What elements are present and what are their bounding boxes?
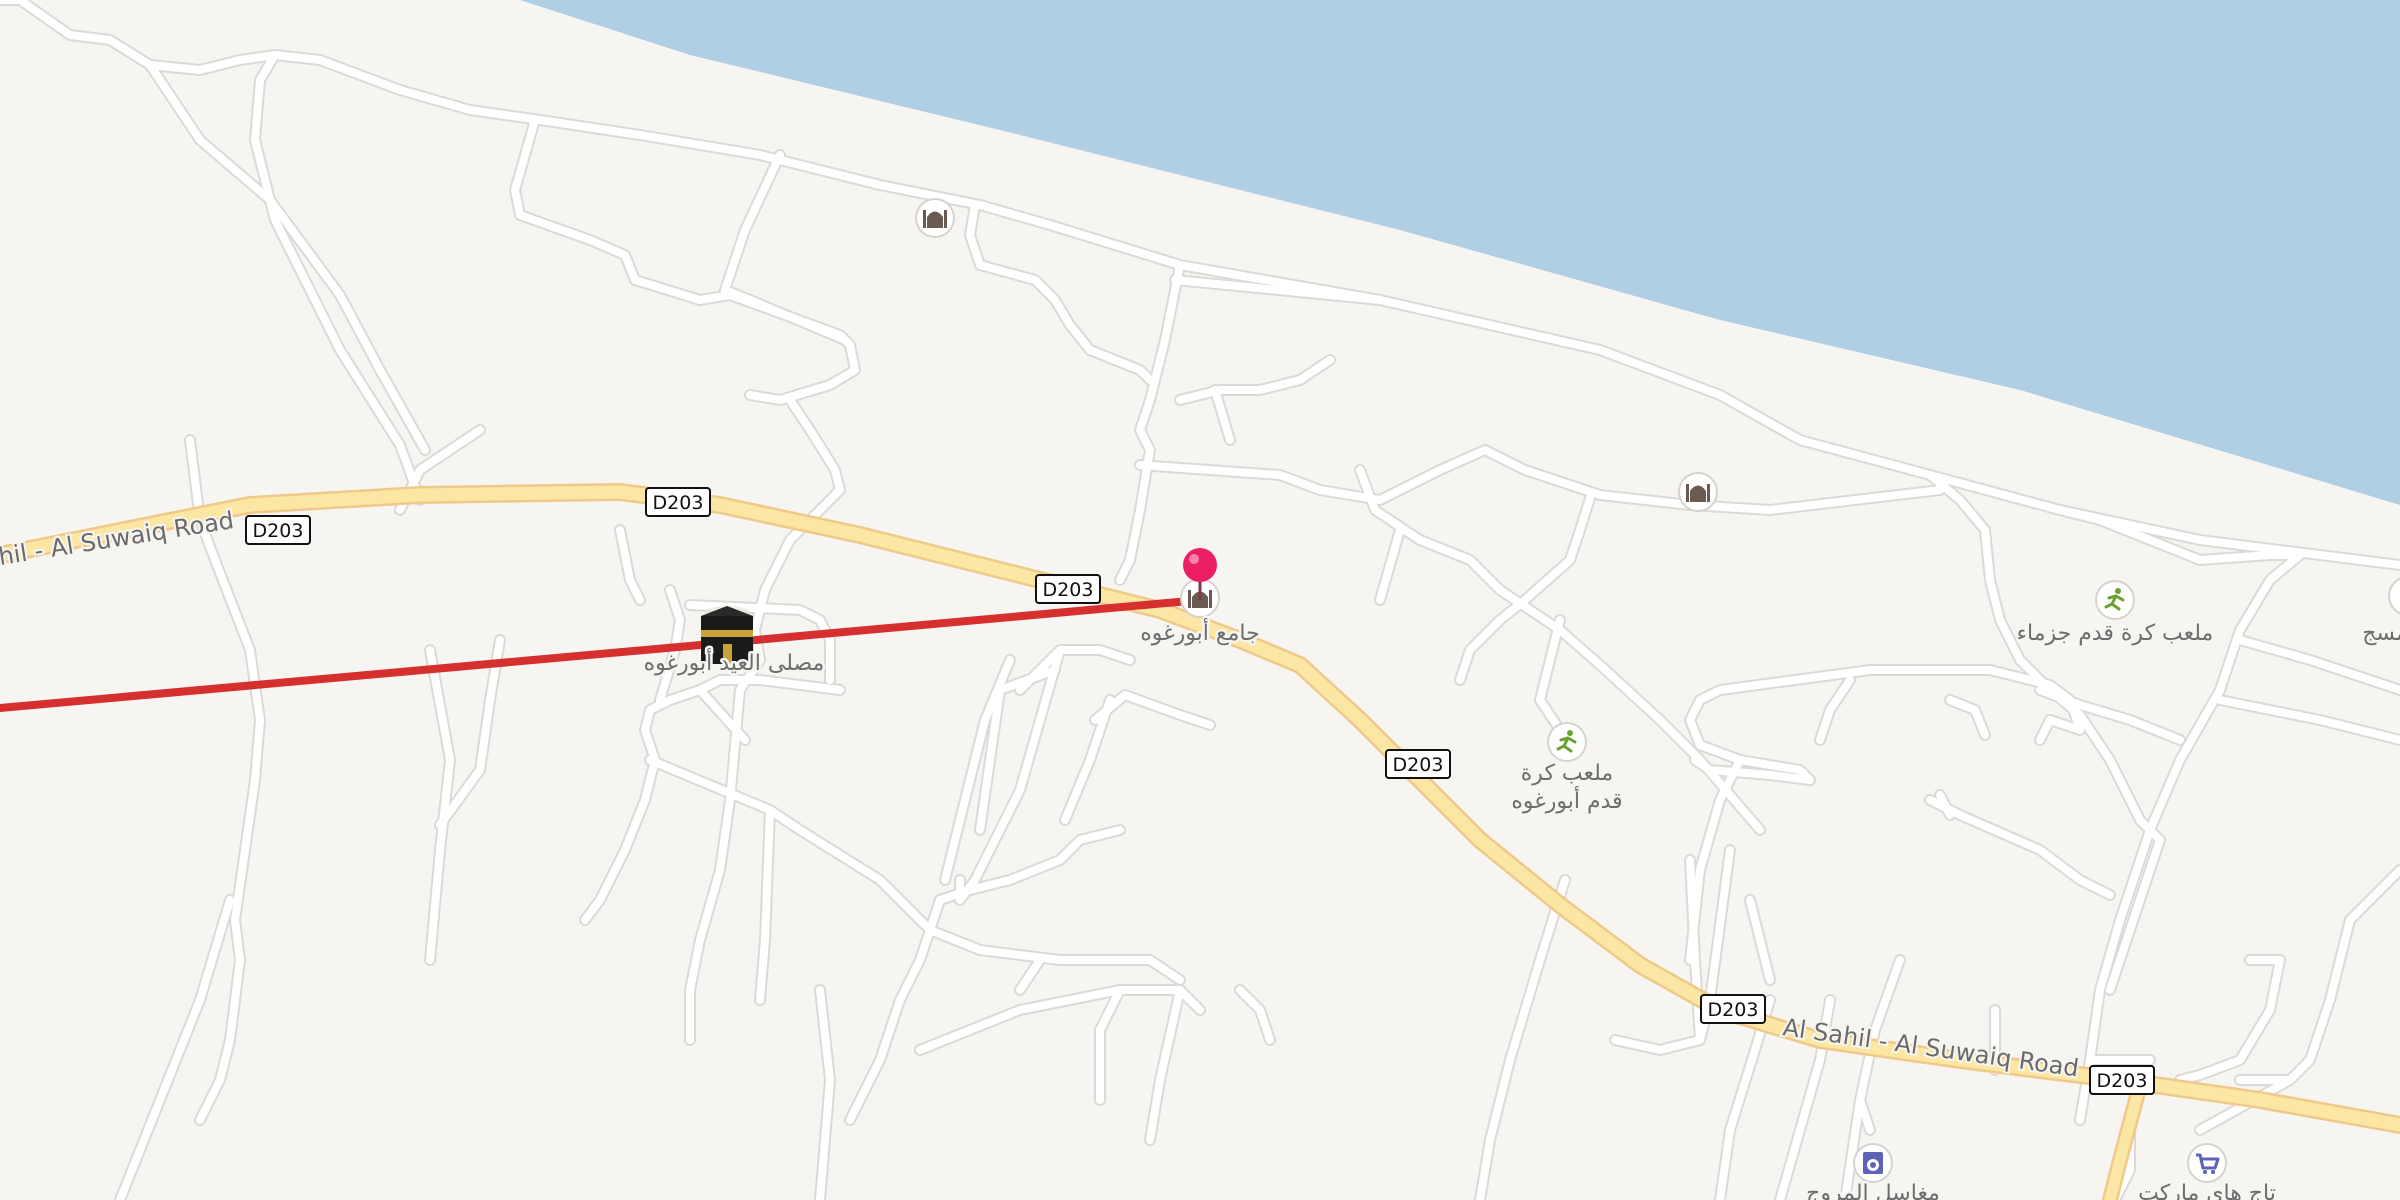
laundry-icon [1863, 1152, 1883, 1174]
route-shield: D203 [645, 487, 711, 517]
route-shield-label: D203 [1708, 999, 1759, 1021]
poi-label: ملعب كرة قدم جزماء [2017, 621, 2214, 646]
poi-label-line1: ملعب كرة [1521, 761, 1613, 786]
location-pin-head [1183, 548, 1217, 582]
route-shield-label: D203 [1393, 754, 1444, 776]
poi-label: جامع أبورغوه [1140, 618, 1259, 646]
route-shield: D203 [1385, 749, 1451, 779]
route-shield-label: D203 [2097, 1070, 2148, 1092]
poi-mosque-east[interactable] [1678, 472, 1718, 512]
route-shield-label: D203 [1043, 579, 1094, 601]
poi-label: مغاسل المروج [1806, 1181, 1940, 1200]
poi-label: مصلى العيد أبورغوه [644, 648, 825, 676]
poi-label: مسج [2362, 621, 2400, 646]
poi-mosque-top[interactable] [915, 198, 955, 238]
route-shield: D203 [1700, 994, 1766, 1024]
map-canvas[interactable]: hil - Al Suwaiq Road Al Sahil - Al Suwai… [0, 0, 2400, 1200]
poi-label-line2: قدم أبورغوه [1511, 786, 1622, 814]
route-shield: D203 [245, 515, 311, 545]
route-shield: D203 [1035, 574, 1101, 604]
route-shield-label: D203 [253, 520, 304, 542]
poi-label: تاج هاي ماركت [2138, 1181, 2276, 1200]
route-shield-label: D203 [653, 492, 704, 514]
route-shield: D203 [2089, 1065, 2155, 1095]
